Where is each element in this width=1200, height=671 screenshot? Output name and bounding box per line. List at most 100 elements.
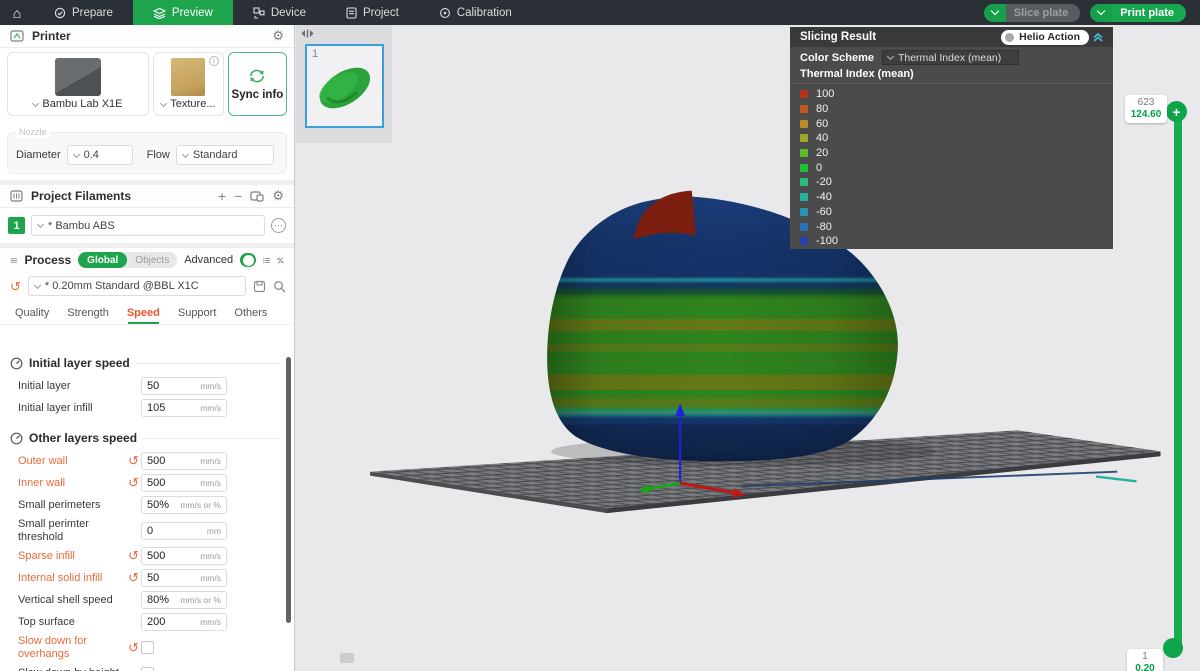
tab-project[interactable]: Project	[326, 0, 419, 25]
helio-status-dot	[1005, 33, 1014, 42]
setting-input[interactable]: 50mm/s	[141, 377, 227, 395]
section-title: Other layers speed	[29, 431, 137, 445]
side-panel: Printer ⚙ Bambu Lab X1E i Texture... Syn…	[0, 25, 295, 671]
plate-thumbnail[interactable]: 1	[305, 44, 384, 128]
layer-slider-bottom-handle[interactable]	[1163, 638, 1183, 658]
advanced-toggle[interactable]	[240, 253, 256, 267]
legend-swatch	[800, 223, 808, 231]
tab-prepare[interactable]: Prepare	[34, 0, 133, 25]
setting-row: Inner wall ↺ 500mm/s	[0, 474, 294, 492]
preset-name: * 0.20mm Standard @BBL X1C	[45, 280, 199, 292]
undo-icon[interactable]: ↺	[128, 548, 139, 563]
setting-label: Top surface	[18, 616, 126, 629]
setting-row: Initial layer 50mm/s	[0, 377, 294, 395]
reset-preset-icon[interactable]: ↺	[10, 280, 21, 293]
setting-input[interactable]: 500mm/s	[141, 452, 227, 470]
plate-list-panel: 1	[296, 25, 392, 143]
sync-info-button[interactable]: Sync info	[228, 52, 287, 116]
flow-select[interactable]: Standard	[176, 145, 274, 165]
undo-icon[interactable]: ↺	[128, 475, 139, 490]
tab-strength[interactable]: Strength	[58, 307, 118, 324]
setting-input[interactable]: 0mm	[141, 522, 227, 540]
preset-select[interactable]: * 0.20mm Standard @BBL X1C	[28, 276, 246, 296]
device-icon	[253, 7, 265, 19]
remove-filament-icon[interactable]: −	[234, 189, 242, 203]
setting-row: Outer wall ↺ 500mm/s	[0, 452, 294, 470]
prepare-icon	[54, 7, 66, 19]
save-preset-icon[interactable]	[253, 280, 266, 293]
build-plate-card[interactable]: i Texture...	[153, 52, 224, 116]
setting-input[interactable]: 50mm/s	[141, 569, 227, 587]
undo-icon[interactable]: ↺	[128, 640, 139, 655]
filament-settings-gear-icon[interactable]: ⚙	[272, 188, 284, 204]
project-icon	[346, 7, 357, 19]
process-tabs: Quality Strength Speed Support Others	[0, 303, 294, 325]
tab-others[interactable]: Others	[225, 307, 276, 324]
legend-swatch	[800, 134, 808, 142]
home-button[interactable]: ⌂	[0, 0, 34, 25]
setting-label: Inner wall	[18, 477, 126, 490]
scope-toggle[interactable]: Global Objects	[78, 252, 177, 268]
preview-viewport[interactable]: 1 Slicing Result Helio Action Color Sche…	[296, 25, 1200, 671]
legend-item: 100	[800, 87, 1103, 102]
printer-section-header: Printer ⚙	[0, 25, 294, 48]
print-plate-dropdown[interactable]	[1090, 4, 1112, 22]
advanced-label: Advanced	[184, 254, 233, 266]
search-icon[interactable]	[273, 280, 286, 293]
diameter-select[interactable]: 0.4	[67, 145, 133, 165]
tab-device[interactable]: Device	[233, 0, 326, 25]
setting-label: Initial layer	[18, 380, 126, 393]
tab-quality[interactable]: Quality	[6, 307, 58, 324]
legend-swatch	[800, 208, 808, 216]
undo-icon[interactable]: ↺	[128, 453, 139, 468]
print-plate-button[interactable]: Print plate	[1090, 4, 1186, 22]
collapse-chevrons-icon[interactable]	[1089, 31, 1107, 43]
overhang-fin	[634, 191, 696, 240]
layer-slider-top-handle[interactable]: +	[1166, 101, 1187, 122]
legend-item: -80	[800, 219, 1103, 234]
chevron-down-icon	[1097, 7, 1105, 15]
tab-support[interactable]: Support	[169, 307, 226, 324]
undo-icon[interactable]: ↺	[128, 570, 139, 585]
scope-objects[interactable]: Objects	[127, 255, 177, 266]
setting-input[interactable]: 80%mm/s or %	[141, 591, 227, 609]
param-list-icon[interactable]	[263, 255, 270, 266]
tab-speed[interactable]: Speed	[118, 307, 169, 324]
nozzle-group-label: Nozzle	[16, 127, 50, 137]
add-filament-icon[interactable]: +	[218, 189, 226, 203]
viewport-bottom-handle[interactable]	[340, 653, 354, 663]
setting-input[interactable]: 500mm/s	[141, 547, 227, 565]
setting-label: Slow down for overhangs	[18, 635, 126, 660]
setting-checkbox[interactable]	[141, 641, 154, 654]
setting-input[interactable]: 200mm/s	[141, 613, 227, 631]
filament-sync-icon[interactable]	[250, 190, 264, 202]
setting-checkbox[interactable]	[141, 667, 154, 671]
layer-slider-track[interactable]	[1174, 115, 1182, 648]
filament-select[interactable]: * Bambu ABS	[31, 215, 265, 236]
filament-more-icon[interactable]: ⋯	[271, 218, 286, 233]
tab-preview[interactable]: Preview	[133, 0, 233, 25]
slice-plate-dropdown[interactable]	[984, 4, 1006, 22]
settings-scroll-area: Initial layer speed Initial layer 50mm/s…	[0, 347, 294, 671]
collapse-panel-icon[interactable]	[301, 28, 314, 39]
helio-action-button[interactable]: Helio Action	[1001, 30, 1089, 45]
compare-slash-icon[interactable]	[277, 255, 284, 266]
setting-label: Initial layer infill	[18, 402, 126, 415]
info-icon[interactable]: i	[209, 56, 219, 66]
scope-global[interactable]: Global	[78, 252, 127, 268]
setting-input[interactable]: 50%mm/s or %	[141, 496, 227, 514]
legend-swatch	[800, 164, 808, 172]
tab-calibration[interactable]: Calibration	[419, 0, 532, 25]
printer-model-label: Bambu Lab X1E	[42, 98, 122, 110]
setting-label: Small perimter threshold	[18, 518, 126, 543]
print-plate-label: Print plate	[1112, 4, 1186, 22]
panel-scrollbar[interactable]	[286, 357, 291, 623]
printer-settings-gear-icon[interactable]: ⚙	[272, 28, 284, 44]
printer-model-card[interactable]: Bambu Lab X1E	[7, 52, 149, 116]
setting-input[interactable]: 500mm/s	[141, 474, 227, 492]
flow-value: Standard	[193, 149, 238, 161]
setting-row: Internal solid infill ↺ 50mm/s	[0, 569, 294, 587]
color-scheme-select[interactable]: Thermal Index (mean)	[882, 50, 1019, 65]
setting-input[interactable]: 105mm/s	[141, 399, 227, 417]
slice-plate-button[interactable]: Slice plate	[984, 4, 1080, 22]
